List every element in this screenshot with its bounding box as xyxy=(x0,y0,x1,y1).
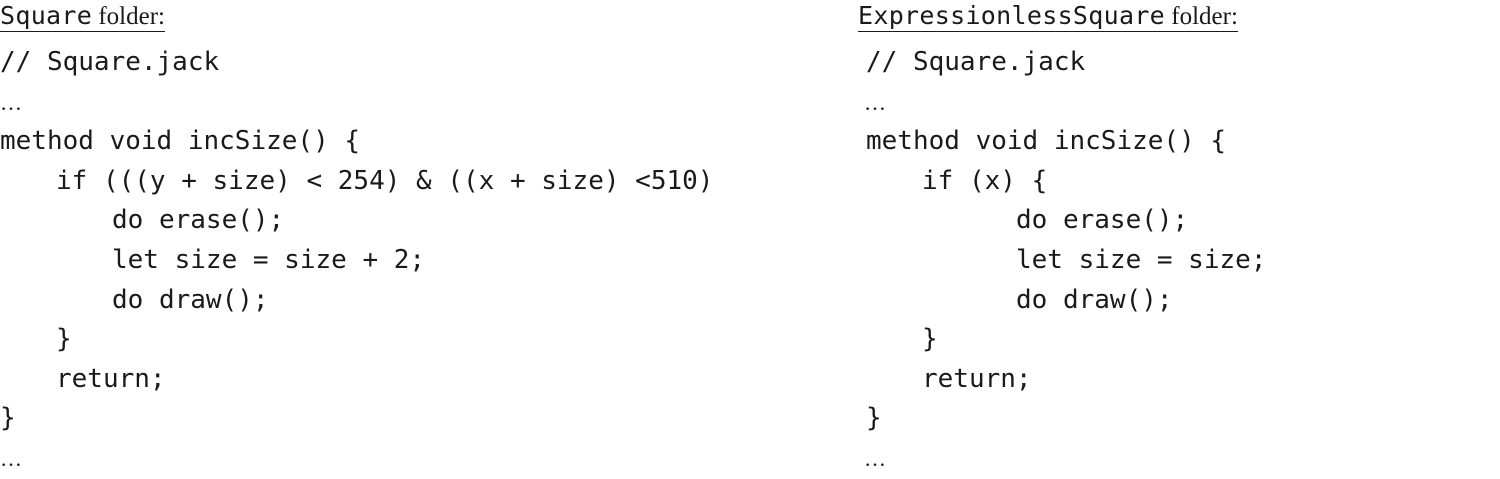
left-code-line: … xyxy=(0,89,22,115)
right-code-line: } xyxy=(866,403,882,434)
right-code-line: return; xyxy=(922,363,1032,394)
right-code-line: … xyxy=(864,89,886,115)
left-folder-name: Square xyxy=(0,1,93,30)
right-folder-heading: ExpressionlessSquare folder: xyxy=(858,0,1238,32)
right-code-line: do erase(); xyxy=(1016,205,1189,236)
right-code-line: … xyxy=(864,445,886,471)
right-folder-name: ExpressionlessSquare xyxy=(858,1,1166,30)
left-code-line: method void incSize() { xyxy=(0,126,361,157)
left-listing: Square folder: // Square.jack … method voi… xyxy=(0,0,713,471)
right-code-line: do draw(); xyxy=(1016,284,1173,315)
left-code-block: // Square.jack … method void incSize() { if… xyxy=(0,43,713,479)
left-code-line: … xyxy=(0,445,22,471)
right-code-line: method void incSize() { xyxy=(866,126,1227,157)
right-listing: ExpressionlessSquare folder: // Square.j… xyxy=(858,0,1266,471)
left-code-line: return; xyxy=(56,363,166,394)
left-code-line: do draw(); xyxy=(112,284,269,315)
left-code-line: } xyxy=(56,324,72,355)
right-code-block: // Square.jack … method void incSize() { if… xyxy=(858,43,1266,479)
right-folder-suffix: folder: xyxy=(1165,3,1238,30)
left-code-line: do erase(); xyxy=(112,205,285,236)
left-code-line: // Square.jack xyxy=(0,47,220,77)
left-code-line: if (((y + size) < 254) & ((x + size) <51… xyxy=(56,165,714,196)
right-code-line: let size = size; xyxy=(1016,244,1267,275)
right-code-line: } xyxy=(922,324,938,355)
left-folder-suffix: folder: xyxy=(92,3,165,30)
left-code-line: } xyxy=(0,403,16,434)
right-code-line: if (x) { xyxy=(922,165,1048,196)
left-folder-heading: Square folder: xyxy=(0,0,165,32)
left-code-line: let size = size + 2; xyxy=(112,244,426,275)
right-code-line: // Square.jack xyxy=(866,47,1086,77)
